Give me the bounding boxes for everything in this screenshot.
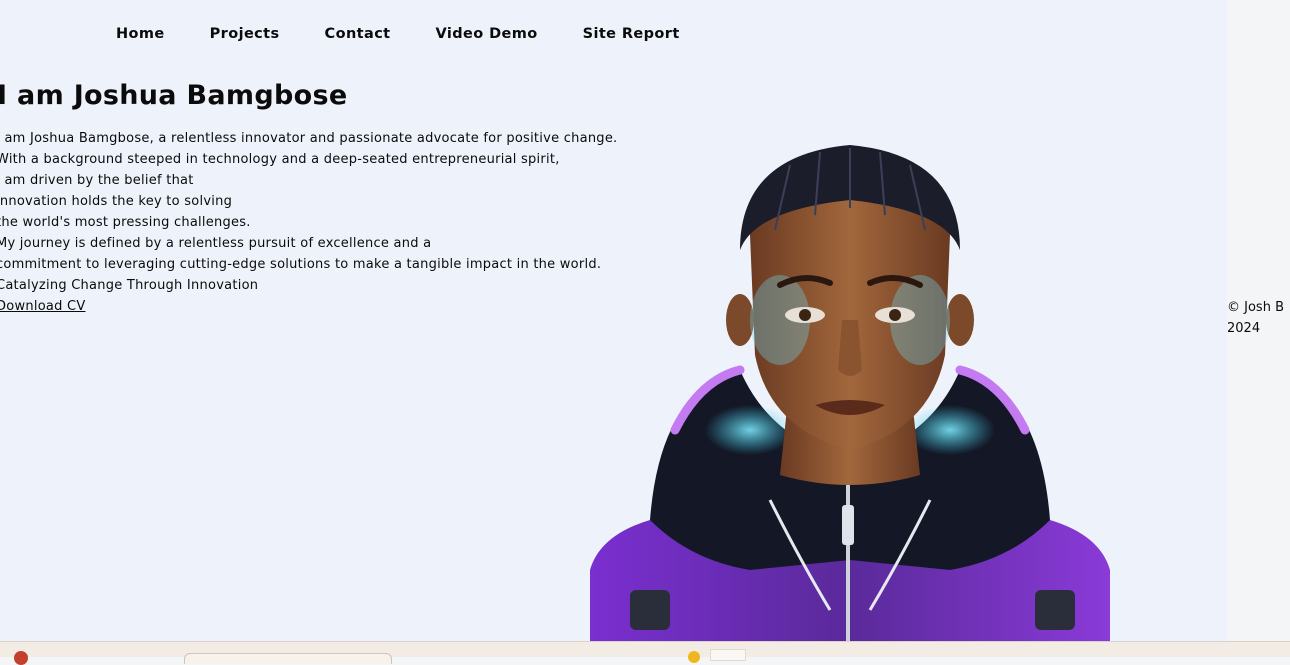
bio-line: innovation holds the key to solving xyxy=(0,194,233,209)
nav-video-demo-link[interactable]: Video Demo xyxy=(436,26,538,42)
copyright-line: © Josh B xyxy=(1227,300,1284,315)
taskbar-window-thumb[interactable] xyxy=(710,649,746,661)
taskbar-search-box[interactable] xyxy=(184,653,392,664)
taskbar xyxy=(0,641,1290,665)
bio-line: My journey is defined by a relentless pu… xyxy=(0,236,432,251)
bio-line: commitment to leveraging cutting-edge so… xyxy=(0,257,602,272)
main-nav: Home Projects Contact Video Demo Site Re… xyxy=(116,26,680,42)
nav-contact-link[interactable]: Contact xyxy=(325,26,391,42)
nav-projects-link[interactable]: Projects xyxy=(210,26,280,42)
copyright-year: 2024 xyxy=(1227,321,1261,336)
nav-home-link[interactable]: Home xyxy=(116,26,165,42)
bio-line: With a background steeped in technology … xyxy=(0,152,560,167)
nav-site-report-link[interactable]: Site Report xyxy=(583,26,680,42)
page: Home Projects Contact Video Demo Site Re… xyxy=(0,0,1227,641)
bio-line: the world's most pressing challenges. xyxy=(0,215,251,230)
app-icon[interactable] xyxy=(14,651,28,665)
copyright-footer: © Josh B 2024 xyxy=(1227,297,1290,339)
tagline: Catalyzing Change Through Innovation xyxy=(0,278,259,293)
hero-title: I am Joshua Bamgbose xyxy=(0,80,348,111)
portrait-illustration-icon xyxy=(590,145,1110,641)
bio-text: I am Joshua Bamgbose, a relentless innov… xyxy=(0,128,617,317)
bio-line: I am Joshua Bamgbose, a relentless innov… xyxy=(0,131,618,146)
bio-line: I am driven by the belief that xyxy=(0,173,194,188)
download-cv-link[interactable]: Download CV xyxy=(0,299,85,314)
folder-icon[interactable] xyxy=(688,651,700,663)
